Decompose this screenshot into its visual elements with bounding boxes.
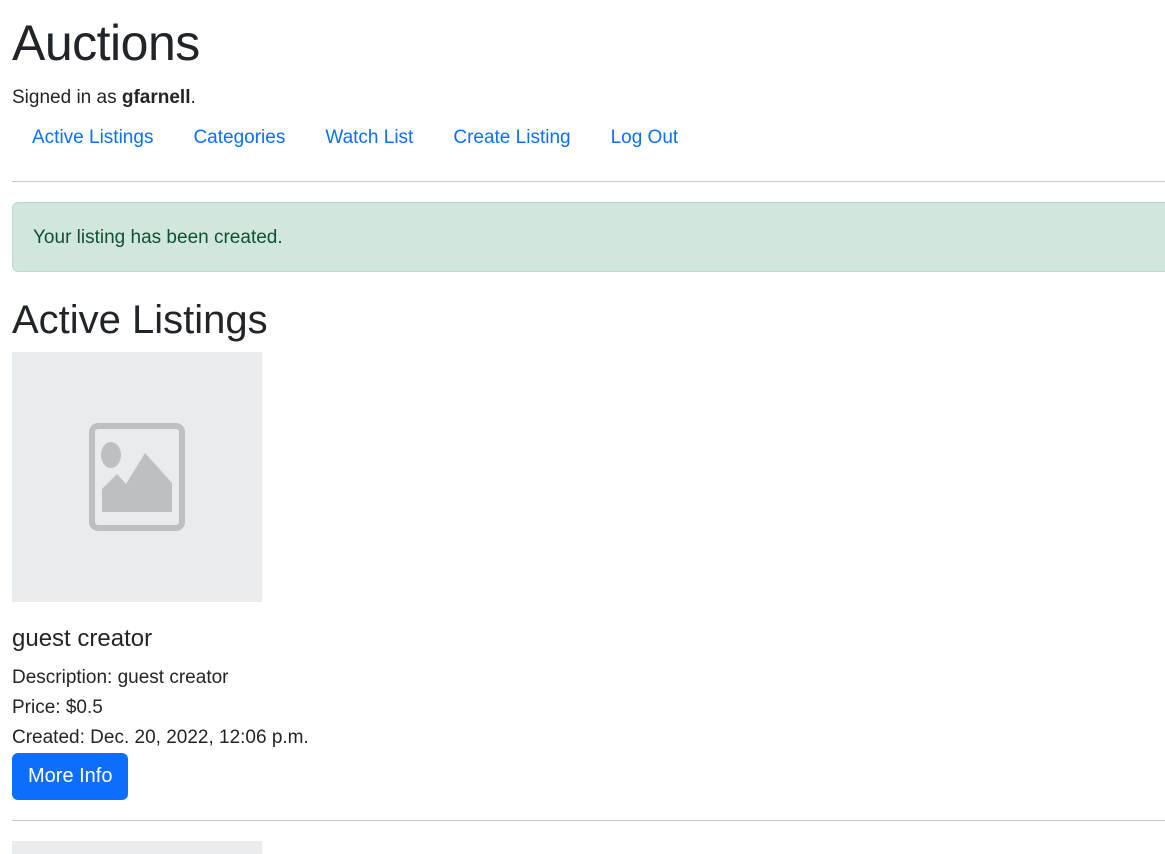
more-info-button[interactable]: More Info — [12, 753, 129, 800]
nav-link-watch-list[interactable]: Watch List — [305, 122, 433, 154]
success-alert: Your listing has been created. — [12, 202, 1165, 272]
image-placeholder-icon — [89, 423, 185, 531]
listing-description: Description: guest creator — [12, 667, 229, 688]
signed-in-suffix: . — [190, 87, 196, 108]
listing-price: Price: $0.5 — [12, 697, 103, 718]
signed-in-status: Signed in as gfarnell. — [12, 86, 196, 110]
nav-item-active-listings: Active Listings — [12, 122, 173, 154]
listing-created: Created: Dec. 20, 2022, 12:06 p.m. — [12, 727, 309, 748]
section-title: Active Listings — [12, 298, 268, 342]
header-divider — [12, 181, 1165, 182]
listing-image[interactable] — [12, 352, 262, 602]
listing-title: guest creator — [12, 625, 153, 652]
nav-link-create-listing[interactable]: Create Listing — [433, 122, 590, 154]
main-nav: Active Listings Categories Watch List Cr… — [12, 122, 698, 154]
nav-link-log-out[interactable]: Log Out — [591, 122, 699, 154]
nav-item-log-out: Log Out — [591, 122, 699, 154]
page: Auctions Signed in as gfarnell. Active L… — [0, 0, 1165, 854]
signed-in-prefix: Signed in as — [12, 87, 122, 108]
site-title: Auctions — [12, 15, 200, 71]
nav-item-categories: Categories — [173, 122, 305, 154]
listing-image-next[interactable] — [12, 841, 262, 854]
nav-link-categories[interactable]: Categories — [173, 122, 305, 154]
nav-item-create-listing: Create Listing — [433, 122, 590, 154]
listing-divider — [12, 820, 1165, 821]
nav-link-active-listings[interactable]: Active Listings — [12, 122, 173, 154]
nav-item-watch-list: Watch List — [305, 122, 433, 154]
username: gfarnell — [121, 87, 191, 108]
